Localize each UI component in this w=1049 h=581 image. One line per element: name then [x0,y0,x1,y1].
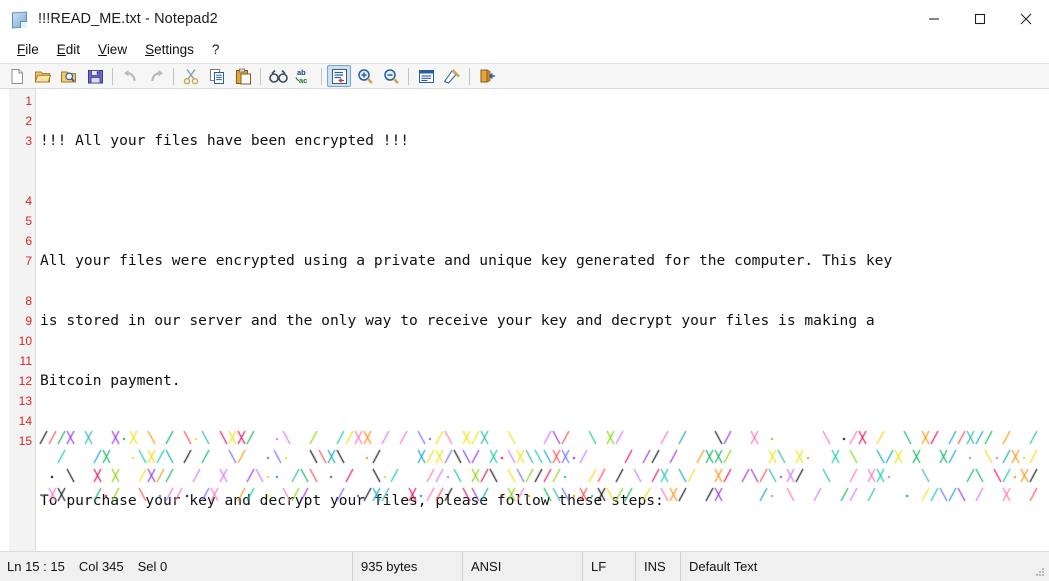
text-line: Bitcoin payment. [40,372,181,389]
save-file-icon[interactable] [83,65,107,87]
word-wrap-icon[interactable] [327,65,351,87]
paste-icon[interactable] [231,65,255,87]
menu-item-view[interactable]: View [89,40,136,61]
redo-icon[interactable] [144,65,168,87]
line-number: 15 [18,434,32,448]
status-encoding[interactable]: ANSI [463,551,583,581]
zoom-out-icon[interactable] [379,65,403,87]
line-number: 14 [18,414,32,428]
status-scheme[interactable]: Default Text [681,552,1049,581]
status-position-cell[interactable]: Ln 15 : 15 Col 345 Sel 0 [0,551,353,581]
text-line [40,191,1049,211]
cut-icon[interactable] [179,65,203,87]
resize-grip-icon[interactable] [1034,566,1046,578]
line-number-gutter: 1 2 3 4 5 6 7 8 9 10 11 12 13 14 15 [9,89,36,551]
status-selection: Sel 0 [137,559,168,574]
text-line [40,431,1049,451]
zoom-in-icon[interactable] [353,65,377,87]
replace-icon[interactable]: ab ac [292,65,316,87]
scheme-icon[interactable] [414,65,438,87]
line-number: 13 [18,394,32,408]
status-file-size[interactable]: 935 bytes [353,551,463,581]
line-number: 8 [25,294,32,308]
status-bar: Ln 15 : 15 Col 345 Sel 0 935 bytes ANSI … [0,551,1049,581]
editor-margin-strip [0,89,9,551]
line-number: 2 [25,114,32,128]
editor-area[interactable]: 1 2 3 4 5 6 7 8 9 10 11 12 13 14 15 !!! … [0,89,1049,551]
menu-item-edit[interactable]: Edit [48,40,89,61]
window-controls [911,0,1049,38]
line-number: 12 [18,374,32,388]
toolbar-separator [408,67,409,85]
notepad2-window: !!!READ_ME.txt - Notepad2 File Edit View… [0,0,1049,581]
undo-icon[interactable] [118,65,142,87]
line-number-wrap [9,151,35,171]
new-file-icon[interactable] [5,65,29,87]
toolbar: ab ac [0,63,1049,89]
toolbar-separator [321,67,322,85]
menu-item-help[interactable]: ? [203,40,229,61]
line-number: 3 [25,134,32,148]
title-bar: !!!READ_ME.txt - Notepad2 [0,0,1049,38]
toolbar-separator [469,67,470,85]
line-number-wrap [9,171,35,191]
line-number: 1 [25,94,32,108]
status-line-position: Ln 15 : 15 [7,559,65,574]
line-number: 5 [25,214,32,228]
text-line: To purchase your key and decrypt your fi… [40,492,664,509]
status-insert-mode[interactable]: INS [636,551,681,581]
browse-file-icon[interactable] [57,65,81,87]
status-line-ending[interactable]: LF [583,551,636,581]
title-bar-left: !!!READ_ME.txt - Notepad2 [0,10,218,29]
menu-bar: File Edit View Settings ? [0,38,1049,63]
toolbar-separator [112,67,113,85]
toolbar-separator [260,67,261,85]
minimize-button[interactable] [911,0,957,38]
menu-item-file[interactable]: File [8,40,48,61]
line-number-wrap [9,271,35,291]
maximize-button[interactable] [957,0,1003,38]
line-number: 4 [25,194,32,208]
text-line: is stored in our server and the only way… [40,312,875,329]
menu-item-settings[interactable]: Settings [136,40,203,61]
open-file-icon[interactable] [31,65,55,87]
line-number: 11 [19,354,32,368]
status-column-position: Col 345 [78,559,124,574]
line-number: 10 [18,334,32,348]
window-title: !!!READ_ME.txt - Notepad2 [38,11,218,27]
text-line: All your files were encrypted using a pr… [40,252,893,269]
text-content[interactable]: !!! All your files have been encrypted !… [36,89,1049,551]
copy-icon[interactable] [205,65,229,87]
exit-icon[interactable] [475,65,499,87]
line-number: 9 [25,314,32,328]
line-number: 6 [25,234,32,248]
document-icon [11,10,28,29]
line-number: 7 [25,254,32,268]
scheme-options-icon[interactable] [440,65,464,87]
close-button[interactable] [1003,0,1049,38]
text-line: !!! All your files have been encrypted !… [40,132,410,149]
find-icon[interactable] [266,65,290,87]
toolbar-separator [173,67,174,85]
svg-text:ac: ac [299,76,307,85]
